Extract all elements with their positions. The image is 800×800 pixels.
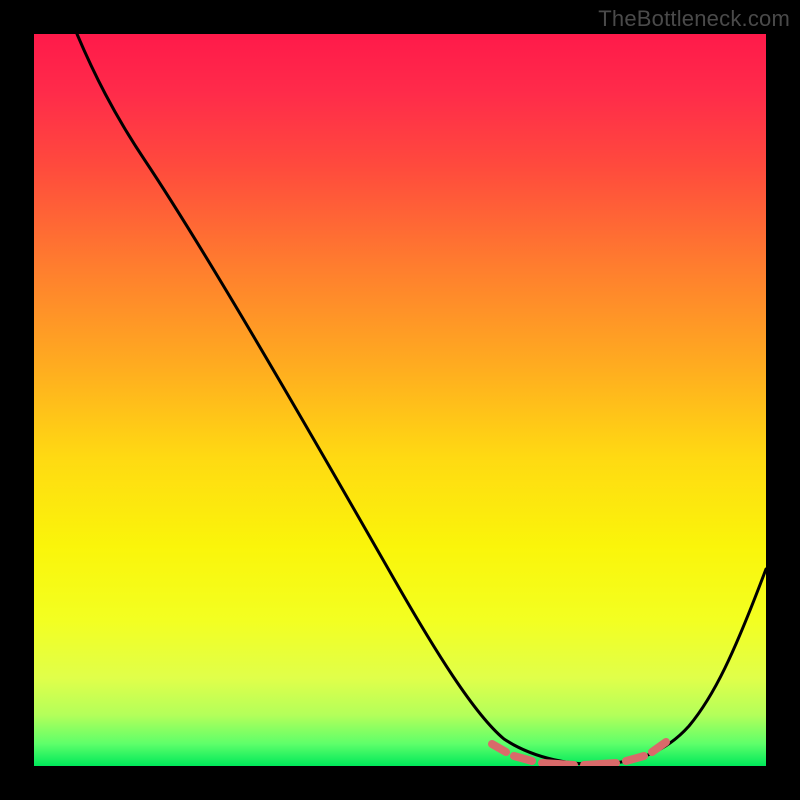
bottom-marker-band — [492, 742, 666, 765]
bottleneck-curve-line — [77, 34, 766, 764]
chart-svg — [34, 34, 766, 766]
watermark-text: TheBottleneck.com — [598, 6, 790, 32]
plot-area — [34, 34, 766, 766]
